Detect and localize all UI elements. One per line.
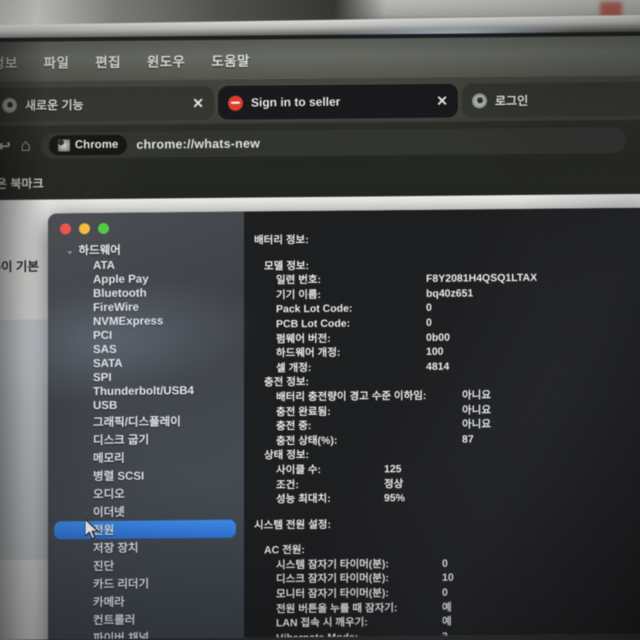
sidebar-item-graphics-displays[interactable]: 그래픽/디스플레이 xyxy=(48,412,244,432)
browser-tab-whats-new[interactable]: 새로운 기능 ✕ xyxy=(0,85,214,123)
display-surface: 정보 파일 편집 윈도우 도움말 새로운 기능 ✕ Sign in to sel… xyxy=(0,31,640,640)
detail-key: 디스크 잠자기 타이머(분): xyxy=(276,572,389,586)
detail-value: 아니요 xyxy=(462,418,491,431)
detail-value: 100 xyxy=(426,345,444,359)
detail-value: 95% xyxy=(384,492,406,505)
sidebar-item-diagnostics[interactable]: 진단 xyxy=(48,556,244,576)
battery-info-heading: 배터리 정보: xyxy=(254,234,309,247)
detail-key: 충전 상태(%): xyxy=(276,434,338,448)
menu-item-edit[interactable]: 편집 xyxy=(95,51,121,71)
detail-key: Pack Lot Code: xyxy=(276,302,353,316)
home-icon[interactable]: ⌂ xyxy=(21,136,31,156)
detail-value: 예 xyxy=(442,615,452,629)
minimize-window-button[interactable] xyxy=(79,223,90,235)
detail-value: 아니요 xyxy=(462,403,491,417)
sidebar-item-ethernet[interactable]: 이더넷 xyxy=(48,502,244,522)
detail-key: 성능 최대치: xyxy=(276,492,331,506)
chrome-chip[interactable]: Chrome xyxy=(48,134,128,156)
detail-value: 0b00 xyxy=(426,331,450,344)
close-icon[interactable]: ✕ xyxy=(192,95,204,111)
address-bar-url: chrome://whats-new xyxy=(136,136,261,152)
sidebar-item-memory[interactable]: 메모리 xyxy=(48,448,244,468)
red-square-icon xyxy=(228,95,243,111)
chevron-down-icon[interactable]: ⌄ xyxy=(66,245,74,256)
detail-key: 펌웨어 버전: xyxy=(276,332,331,345)
detail-value: 87 xyxy=(462,433,474,446)
page-card xyxy=(0,319,50,561)
page-text: e이 기본 xyxy=(0,259,39,275)
detail-value: 10 xyxy=(442,572,454,585)
close-window-button[interactable] xyxy=(60,223,71,235)
detail-value: 0 xyxy=(442,557,448,570)
detail-value: 0 xyxy=(442,586,448,599)
tab-title: 새로운 기능 xyxy=(25,97,84,113)
tab-title: 로그인 xyxy=(495,93,529,108)
detail-key: 일련 번호: xyxy=(276,274,322,287)
detail-value: 0 xyxy=(426,302,432,315)
menu-item-window[interactable]: 윈도우 xyxy=(147,50,185,70)
detail-key: 하드웨어 개정: xyxy=(276,346,341,360)
sidebar-item-power[interactable]: 전원 xyxy=(54,519,236,540)
menu-item-help[interactable]: 도움말 xyxy=(211,50,249,70)
detail-key: 전원 버튼을 누를 때 잠자기: xyxy=(276,601,398,616)
window-controls xyxy=(60,222,109,235)
chrome-icon xyxy=(472,92,487,108)
sidebar-item-storage[interactable]: 저장 장치 xyxy=(48,538,244,558)
macos-menubar: 정보 파일 편집 윈도우 도움말 xyxy=(0,35,640,82)
sysinfo-content: 배터리 정보: 모델 정보: 일련 번호: F8Y2081H4QSQ1LTAX 기… xyxy=(244,207,640,640)
address-bar[interactable]: Chrome chrome://whats-new xyxy=(40,126,626,159)
close-icon[interactable]: ✕ xyxy=(436,93,448,109)
back-arrow-icon[interactable]: ↩ xyxy=(0,137,11,155)
chrome-icon xyxy=(2,97,17,113)
tab-title: Sign in to seller xyxy=(251,94,341,110)
browser-tab-login[interactable]: 로그인 xyxy=(462,81,640,118)
detail-key: PCB Lot Code: xyxy=(276,317,351,331)
detail-value: bq40z651 xyxy=(426,287,474,300)
sidebar-item-controller[interactable]: 컨트롤러 xyxy=(48,610,244,630)
detail-key: 기기 이름: xyxy=(276,288,322,302)
detail-value: 예 xyxy=(442,601,452,614)
laptop-screen-photo: 정보 파일 편집 윈도우 도움말 새로운 기능 ✕ Sign in to sel… xyxy=(0,0,640,640)
detail-value: 125 xyxy=(384,463,402,476)
sidebar-item-fibre-channel[interactable]: 파이버 채널 xyxy=(48,628,244,640)
browser-tab-sign-in-to-seller[interactable]: Sign in to seller ✕ xyxy=(218,83,458,120)
detail-value: 4814 xyxy=(426,360,450,373)
system-power-settings-heading: 시스템 전원 설정: xyxy=(254,518,331,532)
zoom-window-button[interactable] xyxy=(98,222,109,235)
detail-value: 3 xyxy=(442,630,448,640)
detail-value: 0 xyxy=(426,316,432,329)
detail-value: 정상 xyxy=(384,477,404,490)
detail-key: 조건: xyxy=(276,478,299,491)
sysinfo-tree: ⌄ 하드웨어 ATA Apple Pay Bluetooth FireWire … xyxy=(48,240,244,640)
detail-key: 시스템 잠자기 타이머(분): xyxy=(276,558,389,572)
menu-item-file[interactable]: 파일 xyxy=(44,51,70,71)
sidebar-item-audio[interactable]: 오디오 xyxy=(48,484,244,504)
sidebar-item-disc-burning[interactable]: 디스크 굽기 xyxy=(48,430,244,450)
detail-key: Hibernate Mode: xyxy=(276,631,359,640)
chrome-chip-label: Chrome xyxy=(74,138,119,152)
menu-item-info[interactable]: 정보 xyxy=(0,52,18,72)
detail-key: 모니터 잠자기 타이머(분): xyxy=(276,587,389,601)
browser-tab-strip: 새로운 기능 ✕ Sign in to seller ✕ 로그인 xyxy=(0,75,640,126)
system-information-window: ⌄ 하드웨어 ATA Apple Pay Bluetooth FireWire … xyxy=(48,207,640,640)
chrome-icon xyxy=(57,139,70,152)
sidebar-group-label: 하드웨어 xyxy=(78,244,121,258)
sidebar-item-card-reader[interactable]: 카드 리더기 xyxy=(48,574,244,594)
sysinfo-sidebar: ⌄ 하드웨어 ATA Apple Pay Bluetooth FireWire … xyxy=(48,211,244,640)
detail-row: 성능 최대치: 95% xyxy=(254,489,640,507)
detail-key: 셀 개정: xyxy=(276,361,312,375)
detail-key: LAN 접속 시 깨우기: xyxy=(276,616,368,630)
sidebar-group-hardware[interactable]: ⌄ 하드웨어 xyxy=(48,240,244,260)
sidebar-item-camera[interactable]: 카메라 xyxy=(48,592,244,612)
detail-key: 사이클 수: xyxy=(276,463,322,477)
browser-toolbar: ↩ ⌂ Chrome chrome://whats-new xyxy=(0,119,640,166)
bookmark-item[interactable]: 온 북마크 xyxy=(0,174,44,191)
detail-value: 아니요 xyxy=(462,389,491,402)
sidebar-item-parallel-scsi[interactable]: 병렬 SCSI xyxy=(48,466,244,486)
detail-value: F8Y2081H4QSQ1LTAX xyxy=(426,272,538,286)
